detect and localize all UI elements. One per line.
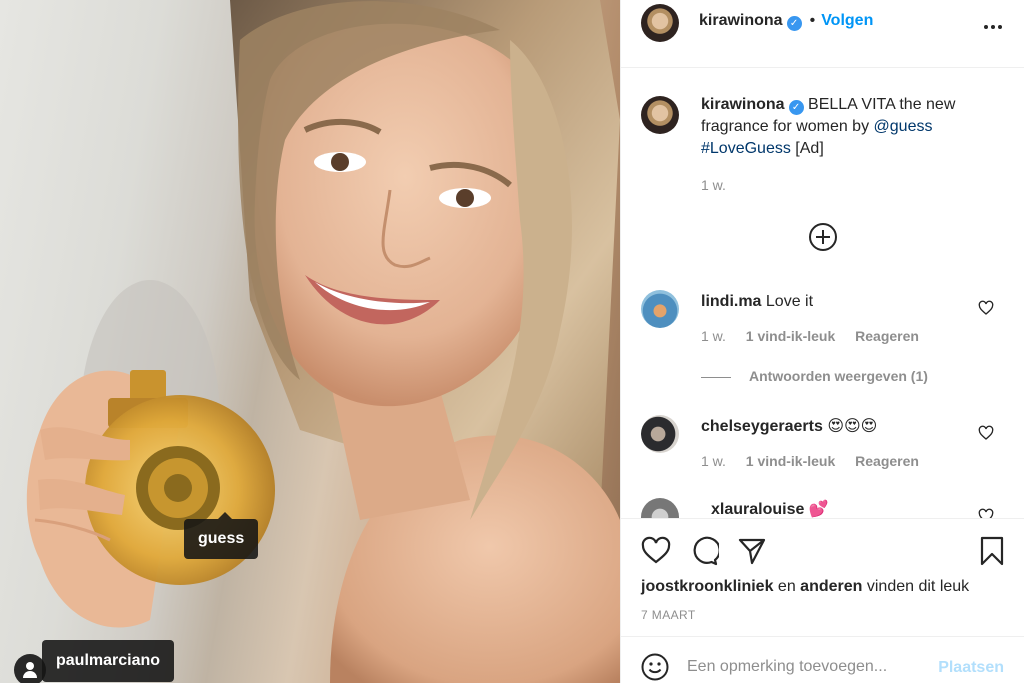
comment-icon[interactable] xyxy=(689,536,719,566)
share-icon[interactable] xyxy=(737,536,767,566)
comment-body: Love it xyxy=(765,293,814,310)
header-separator: • xyxy=(809,12,816,29)
product-tag-guess[interactable]: guess xyxy=(184,512,259,559)
post-side-panel: kirawinona ✓ • Volgen kirawinona ✓ BELLA VIT… xyxy=(620,0,1024,683)
instagram-post: guess paulmarciano kirawinona ✓ • Volgen ki… xyxy=(0,0,1024,683)
comment-time[interactable]: 1 w. xyxy=(701,328,726,344)
verified-badge-icon: ✓ xyxy=(788,100,804,115)
comment-text: lindi.ma Love it xyxy=(701,292,813,312)
verified-badge-icon: ✓ xyxy=(786,16,802,31)
liked-others-link[interactable]: anderen xyxy=(800,578,862,595)
view-replies-button[interactable]: Antwoorden weergeven (1) xyxy=(701,368,928,384)
caption-text: kirawinona ✓ BELLA VITA the new fragrance… xyxy=(701,94,1001,160)
comment-meta: 1 w. 1 vind-ik-leuk Reageren xyxy=(701,453,935,469)
commenter-avatar[interactable] xyxy=(641,415,679,453)
plus-circle-icon[interactable] xyxy=(808,222,838,252)
liked-by-username[interactable]: joostkroonkliniek xyxy=(641,578,773,595)
header-author: kirawinona ✓ • Volgen xyxy=(699,12,873,31)
heart-icon[interactable] xyxy=(978,508,994,518)
caption-time[interactable]: 1 w. xyxy=(701,177,726,193)
commenter-avatar[interactable] xyxy=(641,290,679,328)
comment-body: 💕 xyxy=(808,501,829,518)
more-horizontal-icon[interactable] xyxy=(982,16,1004,38)
liked-joiner: en xyxy=(777,578,796,595)
post-header: kirawinona ✓ • Volgen xyxy=(621,0,1024,68)
follow-button[interactable]: Volgen xyxy=(821,12,873,29)
emoji-icon[interactable] xyxy=(641,653,669,681)
heart-icon[interactable] xyxy=(641,536,671,566)
comment-text: xlauralouise 💕 xyxy=(711,500,829,518)
photo-illustration xyxy=(26,0,620,683)
post-actions: joostkroonkliniek en anderen vinden dit … xyxy=(621,518,1024,638)
caption-username[interactable]: kirawinona xyxy=(701,96,785,113)
author-username[interactable]: kirawinona xyxy=(699,12,783,29)
caption-hashtag[interactable]: #LoveGuess xyxy=(701,140,791,157)
commenter-username[interactable]: xlauralouise xyxy=(711,501,804,518)
heart-icon[interactable] xyxy=(978,300,994,316)
commenter-avatar[interactable] xyxy=(641,498,679,518)
comment-likes[interactable]: 1 vind-ik-leuk xyxy=(746,328,835,344)
post-date[interactable]: 7 MAART xyxy=(641,608,696,622)
caption-mention[interactable]: @guess xyxy=(874,118,933,135)
caption-avatar[interactable] xyxy=(641,96,679,134)
user-tag-paulmarciano[interactable]: paulmarciano xyxy=(42,640,175,682)
comment-input[interactable] xyxy=(687,653,917,681)
likes-summary: joostkroonkliniek en anderen vinden dit … xyxy=(641,578,969,596)
bookmark-icon[interactable] xyxy=(977,536,1007,566)
reply-button[interactable]: Reageren xyxy=(855,328,919,344)
caption-suffix: [Ad] xyxy=(795,140,824,157)
comment-meta: 1 w. 1 vind-ik-leuk Reageren xyxy=(701,328,935,344)
liked-suffix: vinden dit leuk xyxy=(866,578,970,595)
heart-icon[interactable] xyxy=(978,425,994,441)
author-avatar[interactable] xyxy=(641,4,679,42)
comment-time[interactable]: 1 w. xyxy=(701,453,726,469)
comment-body: 😍😍😍 xyxy=(827,418,878,435)
commenter-username[interactable]: chelseygeraerts xyxy=(701,418,823,435)
reply-button[interactable]: Reageren xyxy=(855,453,919,469)
comment-composer: Plaatsen xyxy=(621,636,1024,683)
comment-text: chelseygeraerts 😍😍😍 xyxy=(701,417,877,437)
comment-likes[interactable]: 1 vind-ik-leuk xyxy=(746,453,835,469)
post-photo[interactable]: guess paulmarciano xyxy=(0,0,620,683)
post-comment-button[interactable]: Plaatsen xyxy=(938,659,1004,677)
commenter-username[interactable]: lindi.ma xyxy=(701,293,761,310)
comments-list[interactable]: lindi.ma Love it 1 w. 1 vind-ik-leuk Rea… xyxy=(621,270,1024,518)
